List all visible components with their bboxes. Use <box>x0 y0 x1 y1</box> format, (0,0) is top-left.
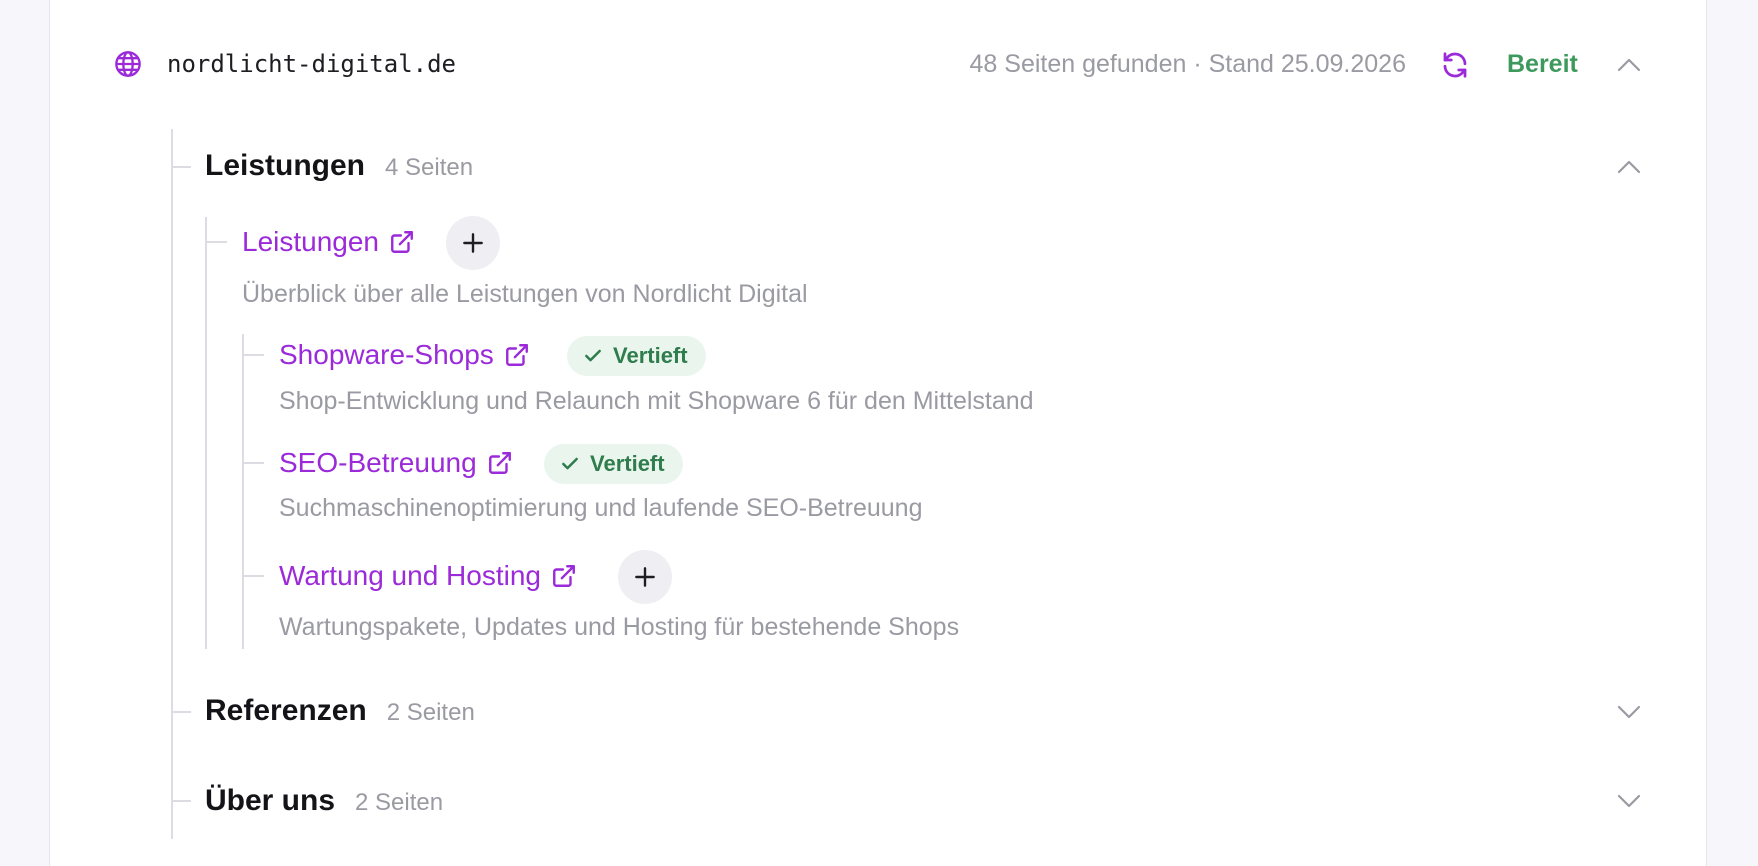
chevron-down-icon[interactable] <box>1616 704 1642 720</box>
page-link-shopware-shops[interactable]: Shopware-Shops <box>279 336 530 374</box>
globe-icon <box>115 51 141 77</box>
external-link-icon <box>553 565 575 587</box>
page-description: Überblick über alle Leistungen von Nordl… <box>242 280 808 308</box>
external-link-icon <box>488 452 511 474</box>
tree-branch <box>171 166 191 168</box>
page-link-wartung-und-hosting[interactable]: Wartung und Hosting <box>279 557 577 595</box>
site-card <box>49 0 1707 866</box>
plus-icon <box>463 233 483 253</box>
page-count: 2 Seiten <box>355 789 444 816</box>
badge-label: Vertieft <box>590 451 665 476</box>
page-description: Wartungspakete, Updates und Hosting für … <box>279 613 960 641</box>
external-link-icon <box>505 344 528 366</box>
status-badge-vertieft: Vertieft <box>567 336 706 376</box>
tree-branch <box>171 711 191 713</box>
page-link-label: SEO-Betreuung <box>279 447 477 478</box>
page-description: Suchmaschinenoptimierung und laufende SE… <box>279 494 923 522</box>
plus-icon <box>635 567 655 587</box>
page-link-label: Wartung und Hosting <box>279 560 541 591</box>
chevron-up-icon[interactable] <box>1616 159 1642 175</box>
section-header-referenzen[interactable]: Referenzen 2 Seiten <box>205 691 475 731</box>
chevron-down-icon[interactable] <box>1616 793 1642 809</box>
page-link-leistungen[interactable]: Leistungen <box>242 223 415 261</box>
tree-branch <box>242 575 264 577</box>
tree-branch <box>242 354 264 356</box>
section-title: Leistungen <box>205 149 366 182</box>
section-title: Über uns <box>205 784 336 817</box>
status-badge: Bereit <box>1507 50 1578 78</box>
tree-branch <box>242 462 264 464</box>
page-description: Shop-Entwicklung und Relaunch mit Shopwa… <box>279 387 1034 415</box>
tree-branch <box>205 241 227 243</box>
add-page-button[interactable] <box>446 216 500 270</box>
tree-line <box>242 334 244 649</box>
tree-line <box>205 217 207 649</box>
section-title: Referenzen <box>205 694 367 727</box>
page-link-label: Leistungen <box>242 226 380 257</box>
tree-branch <box>171 800 191 802</box>
section-header-leistungen[interactable]: Leistungen 4 Seiten <box>205 146 473 186</box>
domain-name: nordlicht-digital.de <box>167 50 456 78</box>
badge-label: Vertieft <box>613 343 688 368</box>
section-header-ueber-uns[interactable]: Über uns 2 Seiten <box>205 781 443 821</box>
status-badge-vertieft: Vertieft <box>544 444 683 484</box>
page-link-label: Shopware-Shops <box>279 339 494 370</box>
crawl-stats: 48 Seiten gefunden · Stand 25.09.2026 <box>969 50 1406 78</box>
external-link-icon <box>391 231 413 253</box>
add-page-button[interactable] <box>618 550 672 604</box>
page-link-seo-betreuung[interactable]: SEO-Betreuung <box>279 444 513 482</box>
tree-line <box>171 129 173 839</box>
page-count: 2 Seiten <box>386 699 475 726</box>
chevron-up-icon[interactable] <box>1616 57 1642 73</box>
page-count: 4 Seiten <box>385 154 474 181</box>
refresh-icon[interactable] <box>1440 50 1470 80</box>
check-icon <box>562 457 578 470</box>
check-icon <box>585 349 601 362</box>
